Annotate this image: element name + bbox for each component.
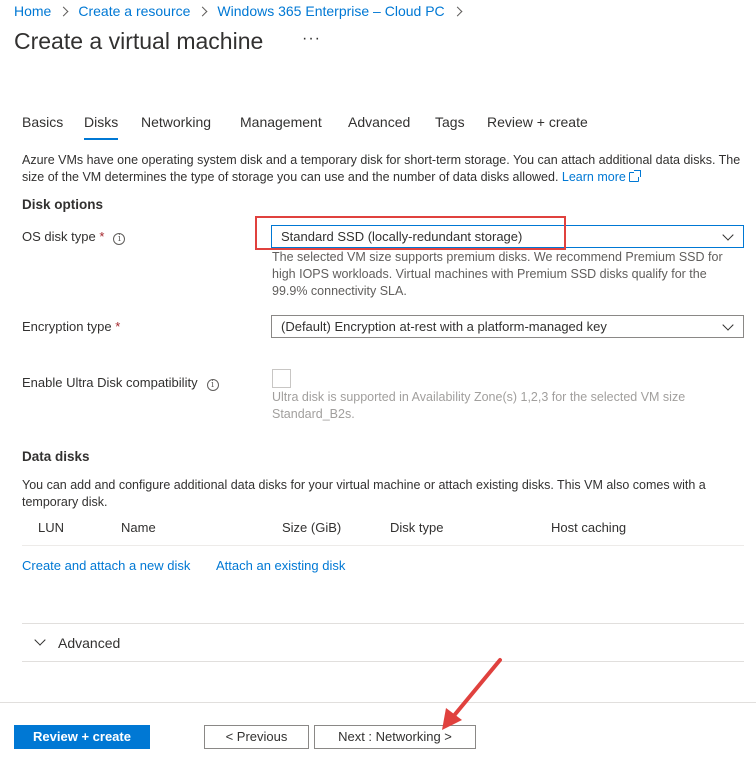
tab-review-create[interactable]: Review + create [487,114,588,130]
info-icon[interactable]: i [113,233,126,245]
breadcrumb-create-resource[interactable]: Create a resource [78,3,190,19]
ultra-disk-label-text: Enable Ultra Disk compatibility [22,375,198,390]
ultra-disk-checkbox[interactable] [272,369,291,388]
encryption-type-value: (Default) Encryption at-rest with a plat… [281,319,607,334]
footer-divider [0,702,756,703]
review-create-button[interactable]: Review + create [14,725,150,749]
chevron-down-icon [722,319,734,331]
encryption-type-label-text: Encryption type [22,319,112,334]
chevron-right-icon [452,6,463,16]
ultra-disk-help-text: Ultra disk is supported in Availability … [272,390,686,421]
chevron-down-icon [34,634,46,646]
chevron-right-icon [58,6,69,16]
encryption-type-label: Encryption type * [22,319,120,334]
disk-options-title: Disk options [22,197,104,212]
create-attach-disk-link[interactable]: Create and attach a new disk [22,558,190,573]
chevron-right-icon [197,6,208,16]
attach-existing-disk-link[interactable]: Attach an existing disk [216,558,345,573]
data-disks-table-header: LUN Name Size (GiB) Disk type Host cachi… [22,520,744,546]
learn-more-label: Learn more [561,170,626,184]
info-icon[interactable]: i [206,379,219,391]
column-size: Size (GiB) [282,520,342,535]
breadcrumb-home[interactable]: Home [14,3,51,19]
more-options-icon[interactable]: ··· [302,30,321,48]
column-host-caching: Host caching [551,520,627,535]
tab-networking[interactable]: Networking [141,114,211,130]
required-asterisk: * [99,229,105,244]
data-disks-title: Data disks [22,449,90,464]
next-networking-button[interactable]: Next : Networking > [314,725,476,749]
os-disk-type-label: OS disk type * i [22,229,126,245]
required-asterisk: * [115,319,121,334]
os-disk-type-label-text: OS disk type [22,229,96,244]
tab-management[interactable]: Management [240,114,322,130]
column-name: Name [121,520,156,535]
data-disks-description: You can add and configure additional dat… [22,478,706,509]
active-tab-indicator [84,138,118,140]
advanced-section-label: Advanced [58,635,121,651]
chevron-down-icon [722,229,734,241]
tab-tags[interactable]: Tags [435,114,465,130]
encryption-type-select[interactable]: (Default) Encryption at-rest with a plat… [271,315,744,338]
breadcrumb-windows365[interactable]: Windows 365 Enterprise – Cloud PC [217,3,444,19]
external-link-icon [628,170,641,182]
annotation-highlight-box [255,216,566,250]
ultra-disk-label: Enable Ultra Disk compatibility i [22,375,219,391]
page-title: Create a virtual machine [14,28,264,54]
tab-advanced[interactable]: Advanced [348,114,410,130]
breadcrumb: Home Create a resource Windows 365 Enter… [14,2,472,20]
intro-text: Azure VMs have one operating system disk… [22,152,747,186]
previous-button[interactable]: < Previous [204,725,309,749]
divider [22,623,744,624]
os-disk-help-text: The selected VM size supports premium di… [272,250,723,298]
column-disk-type: Disk type [390,520,444,535]
tab-basics[interactable]: Basics [22,114,63,130]
divider [22,661,744,662]
tab-disks[interactable]: Disks [84,114,118,130]
learn-more-link[interactable]: Learn more [561,170,641,184]
column-lun: LUN [38,520,65,535]
